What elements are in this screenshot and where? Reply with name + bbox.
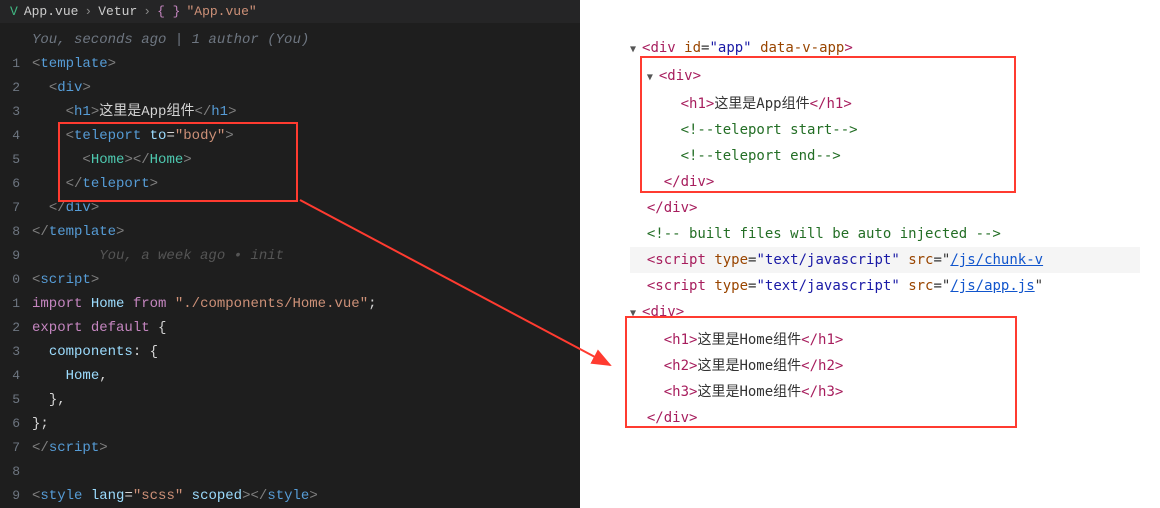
devtools-line[interactable]: ▼<div> (630, 63, 1140, 91)
code-line: <Home></Home> (32, 148, 580, 172)
devtools-line[interactable]: <!-- built files will be auto injected -… (630, 221, 1140, 247)
code-line: </div> (32, 196, 580, 220)
code-line: import Home from "./components/Home.vue"… (32, 292, 580, 316)
breadcrumb[interactable]: V App.vue › Vetur › { } "App.vue" (0, 0, 580, 23)
devtools-line[interactable]: <h1>这里是App组件</h1> (630, 91, 1140, 117)
code-line: Home, (32, 364, 580, 388)
devtools-line[interactable]: </div> (630, 405, 1140, 431)
devtools-line[interactable]: <script type="text/javascript" src="/js/… (630, 247, 1140, 273)
code-area[interactable]: You, seconds ago | 1 author (You) <templ… (32, 28, 580, 508)
code-line: </template> (32, 220, 580, 244)
line-gutter: 1 2 3 4 5 6 7 8 9 0 1 2 3 4 5 6 7 8 9 (0, 28, 22, 508)
code-line: <style lang="scss" scoped></style> (32, 484, 580, 508)
code-line: components: { (32, 340, 580, 364)
devtools-line[interactable]: </div> (630, 169, 1140, 195)
code-line: You, a week ago • init (32, 244, 580, 268)
code-line: <template> (32, 52, 580, 76)
git-authors: You, seconds ago | 1 author (You) (32, 28, 580, 52)
code-line: <teleport to="body"> (32, 124, 580, 148)
vue-icon: V (10, 4, 18, 19)
breadcrumb-mode: Vetur (98, 4, 137, 19)
devtools-pane: ▼<div id="app" data-v-app> ▼<div> <h1>这里… (580, 0, 1160, 508)
code-line: }, (32, 388, 580, 412)
devtools-line[interactable]: ▼<div id="app" data-v-app> (630, 35, 1140, 63)
code-line: </teleport> (32, 172, 580, 196)
devtools-line[interactable]: <!--teleport start--> (630, 117, 1140, 143)
caret-down-icon[interactable]: ▼ (630, 301, 642, 327)
caret-down-icon[interactable]: ▼ (647, 65, 659, 91)
devtools-line[interactable]: <h3>这里是Home组件</h3> (630, 379, 1140, 405)
code-line: <script> (32, 268, 580, 292)
code-line: </script> (32, 436, 580, 460)
code-line: export default { (32, 316, 580, 340)
editor-pane: V App.vue › Vetur › { } "App.vue" 1 2 3 … (0, 0, 580, 508)
devtools-line[interactable]: <h2>这里是Home组件</h2> (630, 353, 1140, 379)
devtools-line[interactable]: <script type="text/javascript" src="/js/… (630, 273, 1140, 299)
devtools-line[interactable]: <h1>这里是Home组件</h1> (630, 327, 1140, 353)
caret-down-icon[interactable]: ▼ (630, 37, 642, 63)
devtools-line[interactable]: <!--teleport end--> (630, 143, 1140, 169)
breadcrumb-file: App.vue (24, 4, 79, 19)
code-line: <div> (32, 76, 580, 100)
code-line: }; (32, 412, 580, 436)
code-line: <h1>这里是App组件</h1> (32, 100, 580, 124)
devtools-line[interactable]: ▼<div> (630, 299, 1140, 327)
devtools-line[interactable]: </div> (630, 195, 1140, 221)
breadcrumb-string: "App.vue" (186, 4, 256, 19)
code-line (32, 460, 580, 484)
chevron-right-icon: › (143, 4, 151, 19)
braces-icon: { } (157, 4, 180, 19)
chevron-right-icon: › (84, 4, 92, 19)
